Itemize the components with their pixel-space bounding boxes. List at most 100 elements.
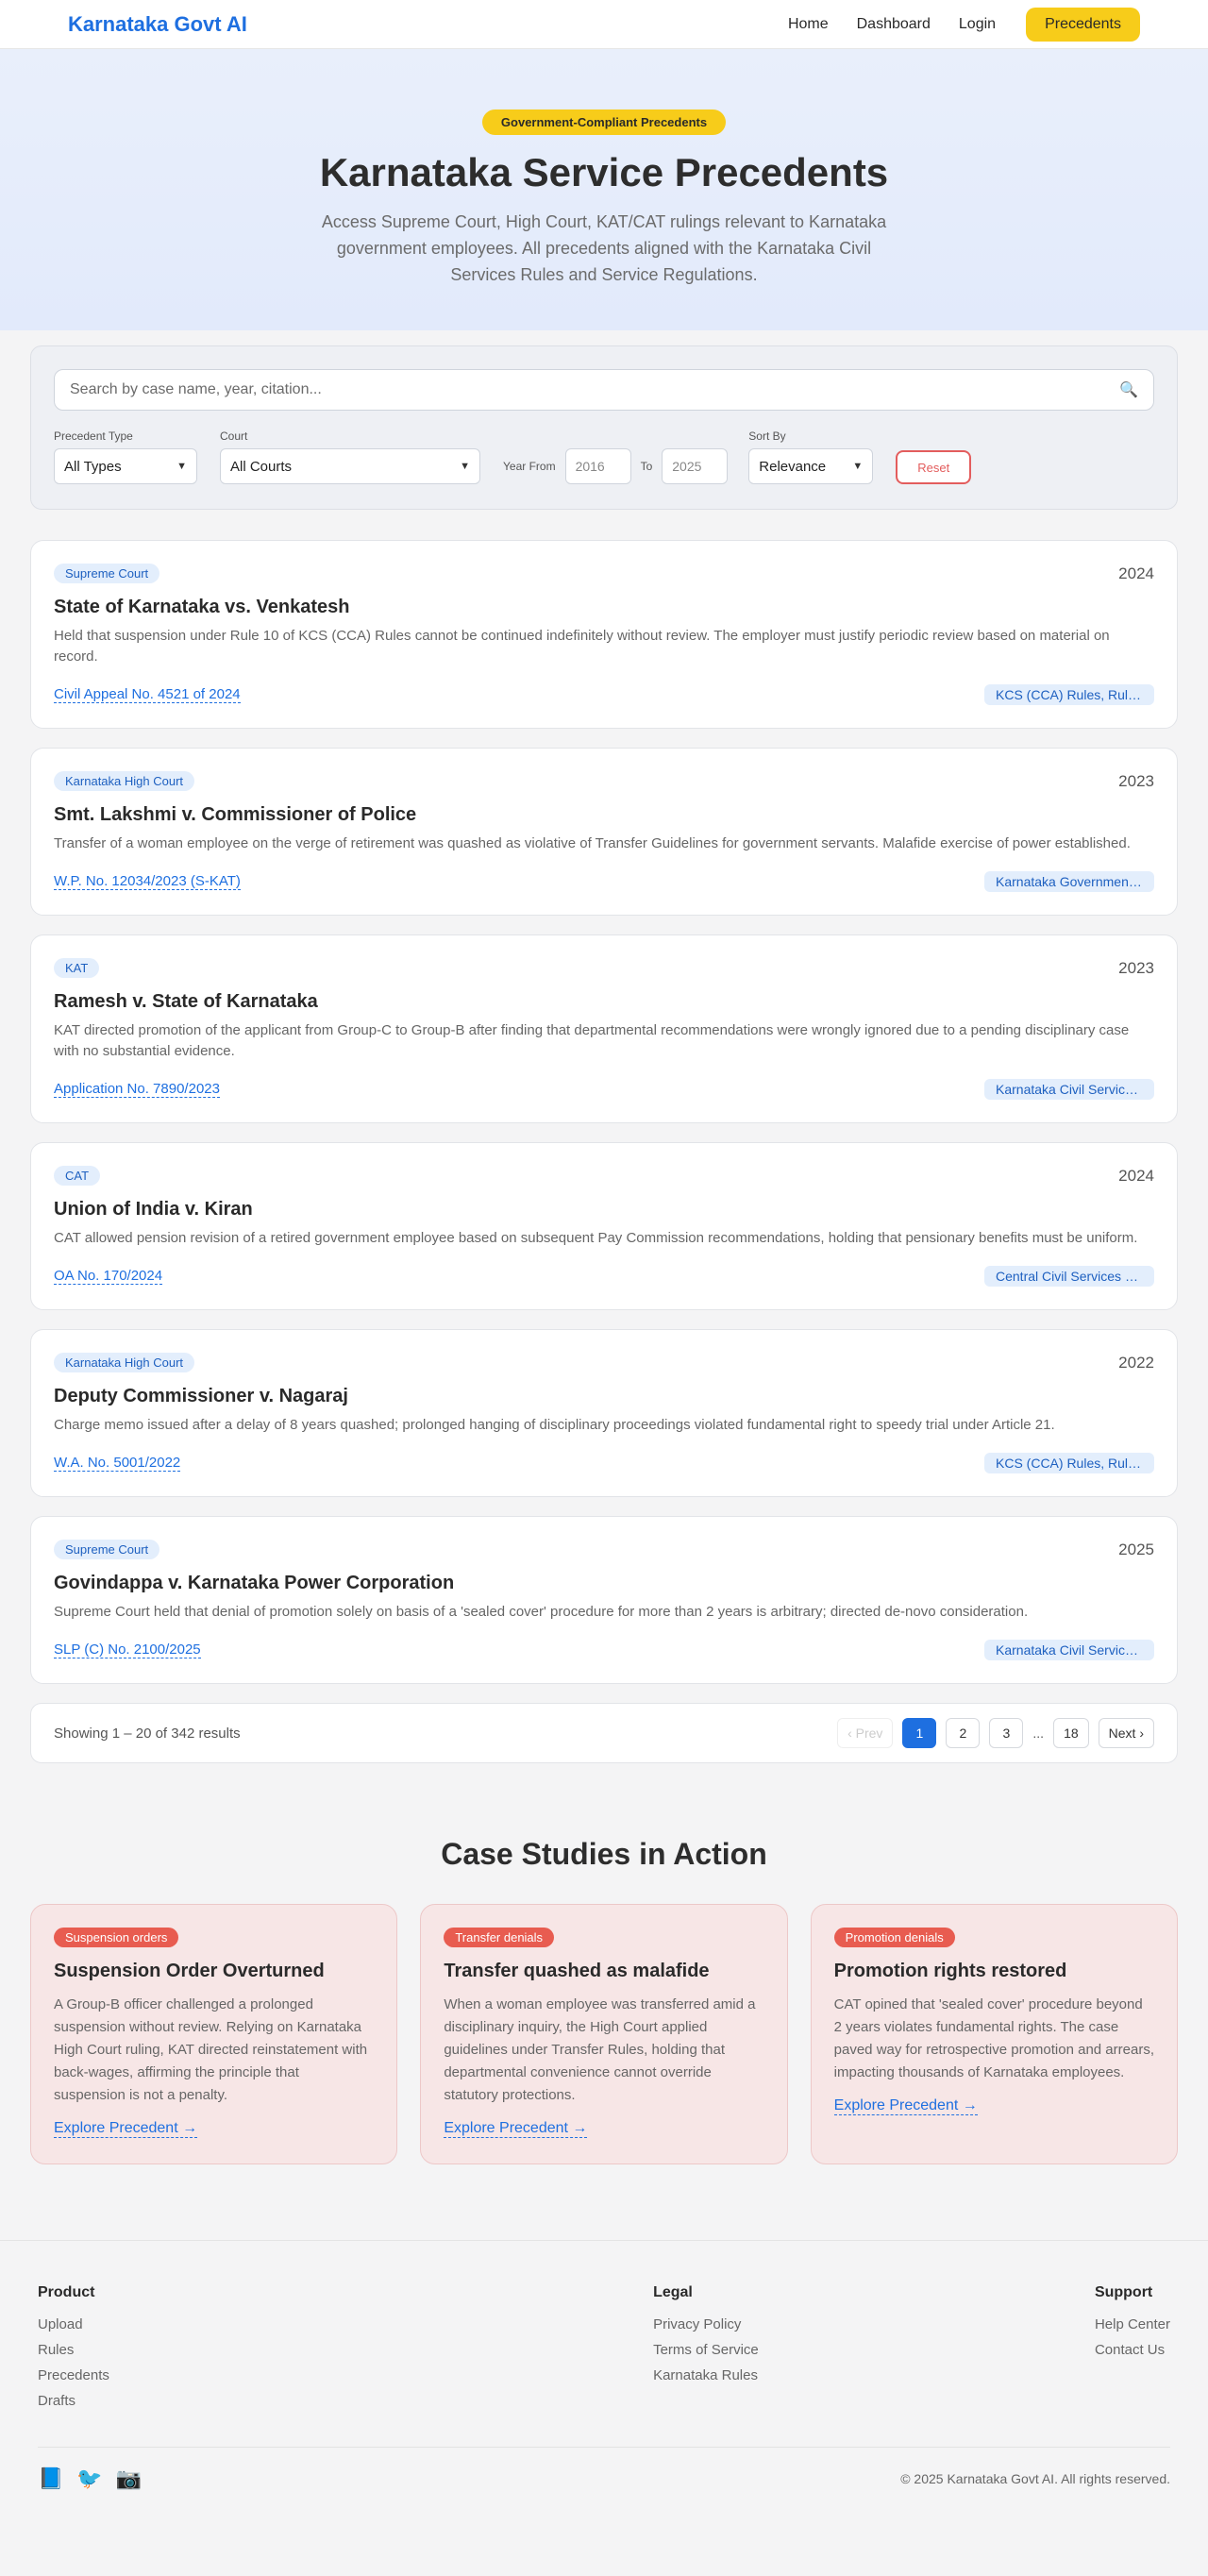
case-description: Held that suspension under Rule 10 of KC…: [54, 628, 1110, 665]
case-study-heading: Promotion rights restored: [833, 1961, 1067, 1981]
citation-link[interactable]: W.P. No. 12034/2023 (S-KAT): [54, 873, 241, 890]
brand-logo[interactable]: Karnataka Govt AI: [68, 12, 247, 37]
explore-precedent-link[interactable]: Explore Precedent →: [444, 2120, 588, 2138]
footer-link-terms[interactable]: Terms of Service: [653, 2342, 759, 2358]
court-filter-group: Court All Courts ▼: [220, 429, 480, 484]
footer-link-rules[interactable]: Rules: [38, 2342, 109, 2358]
case-study-text: A Group-B officer challenged a prolonged…: [54, 1996, 368, 2103]
case-study-tag: Transfer denials: [444, 1928, 555, 1947]
nav-dashboard-link[interactable]: Dashboard: [857, 16, 931, 33]
citation-link[interactable]: Application No. 7890/2023: [54, 1081, 220, 1098]
precedent-card[interactable]: Supreme Court 2024 State of Karnataka vs.…: [30, 540, 1178, 729]
hero-badge: Government-Compliant Precedents: [481, 109, 727, 135]
rule-tag: KCS (CCA) Rules, Rule 10: [984, 684, 1154, 705]
footer-link-drafts[interactable]: Drafts: [38, 2393, 109, 2409]
citation-link[interactable]: OA No. 170/2024: [54, 1268, 163, 1285]
footer-link-upload[interactable]: Upload: [38, 2316, 109, 2332]
court-badge: Karnataka High Court: [54, 1353, 195, 1372]
case-description: KAT directed promotion of the applicant …: [54, 1022, 1130, 1059]
rule-tag: Karnataka Government Transfer Guidelines: [984, 871, 1154, 892]
reset-button[interactable]: Reset: [896, 450, 972, 484]
rule-tag: KCS (CCA) Rules, Rule 11: [984, 1453, 1154, 1473]
year-from-label: Year From: [503, 460, 556, 473]
page-title: Karnataka Service Precedents: [319, 150, 889, 194]
page-1-button[interactable]: 1: [902, 1718, 937, 1748]
magnifier-icon[interactable]: 🔍: [1119, 380, 1138, 399]
facebook-icon[interactable]: 📘: [38, 2467, 63, 2491]
case-studies-row: Suspension orders Suspension Order Overt…: [30, 1904, 1178, 2164]
explore-precedent-link[interactable]: Explore Precedent →: [833, 2097, 978, 2115]
type-filter-group: Precedent Type All Types ▼: [54, 429, 197, 484]
footer-legal-title: Legal: [653, 2284, 693, 2300]
prev-page-button[interactable]: ‹ Prev: [837, 1718, 894, 1748]
citation-link[interactable]: SLP (C) No. 2100/2025: [54, 1642, 201, 1658]
hero-section: Government-Compliant Precedents Karnatak…: [0, 49, 1208, 330]
instagram-icon[interactable]: 📷: [116, 2467, 142, 2491]
rule-tag: Central Civil Services Pension Rules: [984, 1266, 1154, 1287]
sort-select[interactable]: Relevance ▼: [748, 448, 874, 484]
court-badge: CAT: [54, 1166, 101, 1186]
precedent-card[interactable]: CAT 2024 Union of India v. Kiran CAT allo…: [30, 1142, 1178, 1310]
footer-link-karnataka-rules[interactable]: Karnataka Rules: [653, 2367, 759, 2383]
court-badge: Supreme Court: [54, 564, 160, 583]
case-study-heading: Transfer quashed as malafide: [444, 1961, 710, 1981]
nav-login-link[interactable]: Login: [959, 16, 996, 33]
case-description: CAT allowed pension revision of a retire…: [54, 1230, 1138, 1246]
twitter-icon[interactable]: 🐦: [76, 2467, 102, 2491]
footer-link-contact[interactable]: Contact Us: [1095, 2342, 1170, 2358]
nav-links: Home Dashboard Login Precedents: [788, 7, 1140, 42]
page-18-button[interactable]: 18: [1053, 1718, 1089, 1748]
next-page-button[interactable]: Next ›: [1098, 1718, 1154, 1748]
citation-link[interactable]: Civil Appeal No. 4521 of 2024: [54, 686, 241, 703]
precedent-card[interactable]: Supreme Court 2025 Govindappa v. Karnatak…: [30, 1516, 1178, 1684]
case-description: Supreme Court held that denial of promot…: [54, 1604, 1029, 1620]
chevron-down-icon: ▼: [176, 461, 187, 472]
year-from-input[interactable]: 2016: [564, 448, 631, 484]
chevron-down-icon: ▼: [852, 461, 864, 472]
footer-support-column: Support Help Center Contact Us: [1095, 2284, 1170, 2418]
court-select[interactable]: All Courts ▼: [220, 448, 480, 484]
page-buttons: ‹ Prev 1 2 3 ... 18 Next ›: [837, 1718, 1154, 1748]
citation-link[interactable]: W.A. No. 5001/2022: [54, 1455, 181, 1472]
footer-columns: Product Upload Rules Precedents Drafts L…: [38, 2284, 1170, 2418]
footer-support-title: Support: [1094, 2284, 1153, 2300]
rule-tag: Karnataka Civil Services Rules: [984, 1079, 1154, 1100]
year-to-input[interactable]: 2025: [662, 448, 729, 484]
court-select-value: All Courts: [230, 458, 293, 475]
case-description: Transfer of a woman employee on the verg…: [54, 835, 1131, 851]
precedent-card[interactable]: Karnataka High Court 2022 Deputy Commissi…: [30, 1329, 1178, 1497]
copyright: © 2025 Karnataka Govt AI. All rights res…: [900, 2471, 1170, 2486]
sort-select-value: Relevance: [759, 458, 827, 475]
case-studies-title: Case Studies in Action: [441, 1837, 767, 1871]
page-2-button[interactable]: 2: [946, 1718, 981, 1748]
case-year: 2025: [1118, 1540, 1154, 1558]
social-links: 📘 🐦 📷: [38, 2467, 142, 2491]
nav-precedents-button[interactable]: Precedents: [1026, 7, 1140, 42]
rule-tag: Karnataka Civil Services Rules: [984, 1640, 1154, 1660]
pagination: Showing 1 – 20 of 342 results ‹ Prev 1 2…: [30, 1703, 1178, 1763]
hero-subtitle: Access Supreme Court, High Court, KAT/CA…: [321, 212, 887, 284]
page-3-button[interactable]: 3: [989, 1718, 1024, 1748]
precedent-card[interactable]: Karnataka High Court 2023 Smt. Lakshmi v.…: [30, 748, 1178, 916]
filter-panel: Search by case name, year, citation... 🔍…: [30, 345, 1178, 510]
court-badge: Supreme Court: [54, 1540, 160, 1559]
case-title: Govindappa v. Karnataka Power Corporatio…: [54, 1573, 455, 1593]
type-select[interactable]: All Types ▼: [54, 448, 197, 484]
footer-product-column: Product Upload Rules Precedents Drafts: [38, 2284, 109, 2418]
case-study-tag: Promotion denials: [833, 1928, 955, 1947]
case-study-heading: Suspension Order Overturned: [54, 1961, 325, 1981]
sort-group: Sort By Relevance ▼: [748, 429, 874, 484]
case-study-card: Suspension orders Suspension Order Overt…: [30, 1904, 398, 2164]
year-range: Year From 2016 To 2025: [503, 448, 729, 484]
explore-precedent-link[interactable]: Explore Precedent →: [54, 2120, 198, 2138]
type-select-value: All Types: [64, 458, 122, 475]
page-ellipsis: ...: [1032, 1726, 1045, 1741]
nav-home-link[interactable]: Home: [788, 16, 829, 33]
footer-link-precedents[interactable]: Precedents: [38, 2367, 109, 2383]
footer-link-privacy[interactable]: Privacy Policy: [653, 2316, 759, 2332]
top-nav: Karnataka Govt AI Home Dashboard Login P…: [0, 0, 1208, 49]
search-input[interactable]: Search by case name, year, citation... 🔍: [54, 369, 1154, 411]
precedent-card[interactable]: KAT 2023 Ramesh v. State of Karnataka KAT…: [30, 934, 1178, 1123]
case-study-text: When a woman employee was transferred am…: [444, 1996, 756, 2103]
footer-link-help[interactable]: Help Center: [1095, 2316, 1170, 2332]
